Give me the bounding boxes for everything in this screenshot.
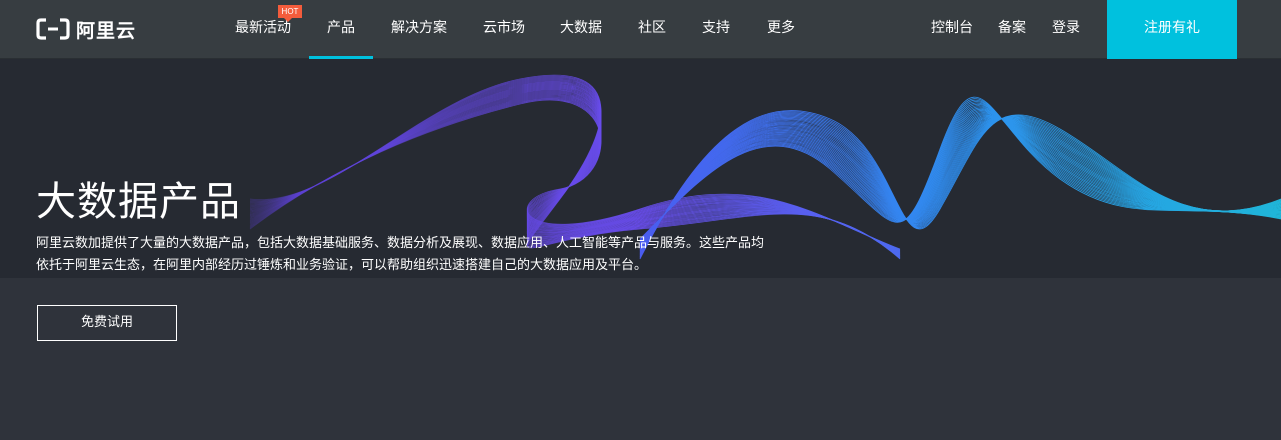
hot-badge: HOT — [278, 5, 302, 22]
nav-item-marketplace[interactable]: 云市场 — [482, 0, 526, 59]
console-link[interactable]: 控制台 — [930, 0, 974, 59]
free-trial-button[interactable]: 免费试用 — [37, 305, 177, 341]
nav-item-solutions[interactable]: 解决方案 — [390, 0, 448, 59]
login-link[interactable]: 登录 — [1051, 0, 1081, 59]
hero-banner: 大数据产品 阿里云数加提供了大量的大数据产品，包括大数据基础服务、数据分析及展现… — [0, 59, 1281, 278]
brand-name: 阿里云 — [76, 20, 137, 42]
nav-item-products[interactable]: 产品 — [309, 0, 373, 59]
page-title: 大数据产品 — [36, 179, 241, 225]
aliyun-logo[interactable]: 阿里云 — [36, 17, 137, 42]
banner-description: 阿里云数加提供了大量的大数据产品，包括大数据基础服务、数据分析及展现、数据应用、… — [36, 236, 765, 273]
nav-item-more[interactable]: 更多 — [766, 0, 796, 59]
nav-item-community[interactable]: 社区 — [637, 0, 667, 59]
aliyun-logo-icon — [36, 18, 70, 40]
nav-item-support[interactable]: 支持 — [701, 0, 731, 59]
signup-button[interactable]: 注册有礼 — [1107, 0, 1237, 59]
nav-item-big-data[interactable]: 大数据 — [559, 0, 603, 59]
top-navbar: 阿里云 最新活动 HOT 产品 解决方案 云市场 大数据 社区 支持 更多 控制… — [0, 0, 1281, 59]
icp-filing-link[interactable]: 备案 — [997, 0, 1027, 59]
